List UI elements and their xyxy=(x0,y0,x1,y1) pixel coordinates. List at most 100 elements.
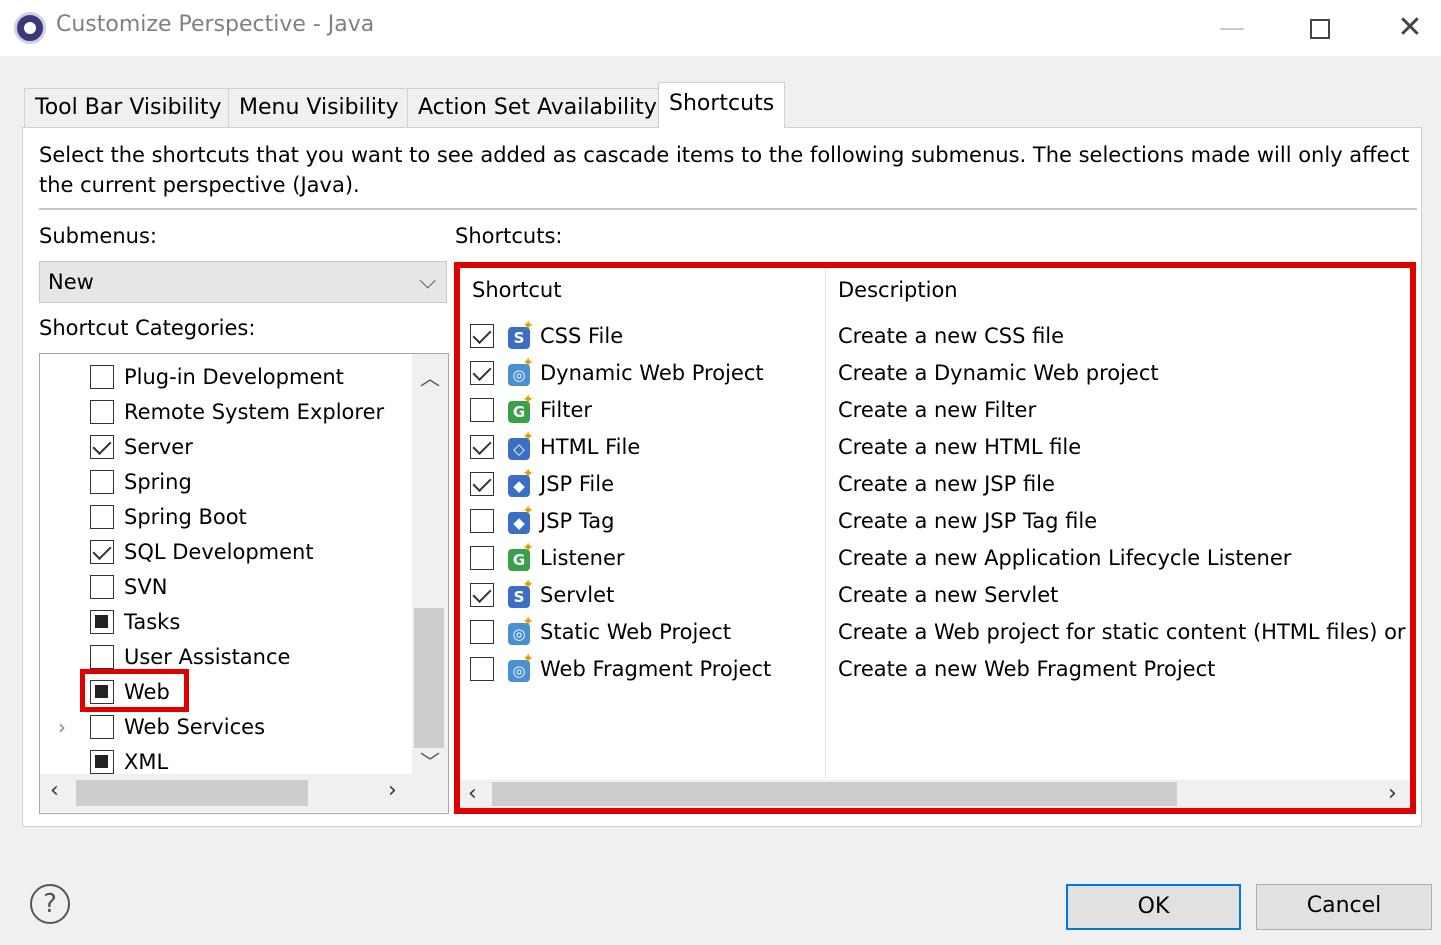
category-checkbox[interactable] xyxy=(90,575,114,599)
shortcuts-table: Shortcut Description S ✦ CSS File Create a … xyxy=(454,262,1416,814)
jsp-file-icon: ◆ ✦ xyxy=(506,467,534,499)
scroll-right-icon[interactable]: › xyxy=(1388,780,1397,808)
tab-tool-bar-visibility[interactable]: Tool Bar Visibility xyxy=(24,88,233,128)
scrollbar-thumb[interactable] xyxy=(492,782,1177,806)
category-checkbox[interactable] xyxy=(90,540,114,564)
submenus-select[interactable]: New ⌵ xyxy=(39,261,447,303)
category-checkbox[interactable] xyxy=(90,400,114,424)
filter-icon: G ✦ xyxy=(506,393,534,425)
shortcut-description: Create a new HTML file xyxy=(838,435,1082,459)
shortcuts-label: Shortcuts: xyxy=(455,224,563,248)
tab-shortcuts[interactable]: Shortcuts xyxy=(658,82,786,128)
category-label: SQL Development xyxy=(124,540,314,564)
listener-icon: G ✦ xyxy=(506,541,534,573)
categories-vertical-scrollbar[interactable]: ︿ ﹀ xyxy=(412,354,448,774)
customize-perspective-dialog: Customize Perspective - Java — ✕ Tool Ba… xyxy=(0,0,1441,945)
shortcut-row-static-web-project[interactable]: ◎ ✦ Static Web Project Create a Web project… xyxy=(460,614,1410,651)
shortcut-name: HTML File xyxy=(540,435,641,459)
scroll-up-icon[interactable]: ︿ xyxy=(412,362,448,391)
shortcut-description: Create a new JSP file xyxy=(838,472,1055,496)
category-label: Tasks xyxy=(124,610,181,634)
category-checkbox[interactable] xyxy=(90,750,114,774)
chevron-down-icon: ⌵ xyxy=(419,269,436,294)
categories-horizontal-scrollbar[interactable]: ‹ › xyxy=(40,774,448,812)
shortcut-name: Filter xyxy=(540,398,593,422)
shortcut-checkbox[interactable] xyxy=(470,472,494,496)
help-icon[interactable]: ? xyxy=(30,884,70,924)
shortcut-row-listener[interactable]: G ✦ Listener Create a new Application Lifec… xyxy=(460,540,1410,577)
category-item-sql-development[interactable]: SQL Development xyxy=(40,535,410,570)
category-item-web-services[interactable]: › Web Services xyxy=(40,710,410,745)
category-item-tasks[interactable]: Tasks xyxy=(40,605,410,640)
shortcut-name: Listener xyxy=(540,546,625,570)
eclipse-icon xyxy=(14,12,46,44)
shortcut-description: Create a new Application Lifecycle Liste… xyxy=(838,546,1292,570)
shortcut-checkbox[interactable] xyxy=(470,509,494,533)
intro-text: Select the shortcuts that you want to se… xyxy=(39,143,1410,197)
ok-button[interactable]: OK xyxy=(1066,884,1241,930)
shortcut-row-jsp-tag[interactable]: ◆ ✦ JSP Tag Create a new JSP Tag file xyxy=(460,503,1410,540)
shortcut-checkbox[interactable] xyxy=(470,324,494,348)
shortcut-checkbox[interactable] xyxy=(470,435,494,459)
shortcut-name: Dynamic Web Project xyxy=(540,361,764,385)
shortcut-description: Create a Dynamic Web project xyxy=(838,361,1159,385)
category-checkbox[interactable] xyxy=(90,365,114,389)
shortcuts-panel: Select the shortcuts that you want to se… xyxy=(22,127,1422,827)
shortcut-description: Create a new JSP Tag file xyxy=(838,509,1098,533)
scroll-left-icon[interactable]: ‹ xyxy=(468,780,477,808)
category-item-spring-boot[interactable]: Spring Boot xyxy=(40,500,410,535)
shortcut-name: Web Fragment Project xyxy=(540,657,772,681)
scrollbar-thumb[interactable] xyxy=(414,608,444,748)
shortcut-name: JSP File xyxy=(540,472,615,496)
category-checkbox[interactable] xyxy=(90,470,114,494)
shortcut-row-servlet[interactable]: S ✦ Servlet Create a new Servlet xyxy=(460,577,1410,614)
category-item-svn[interactable]: SVN xyxy=(40,570,410,605)
column-header-description[interactable]: Description xyxy=(838,278,958,302)
category-checkbox[interactable] xyxy=(90,645,114,669)
shortcut-row-web-fragment-project[interactable]: ◎ ✦ Web Fragment Project Create a new Web F… xyxy=(460,651,1410,688)
category-checkbox[interactable] xyxy=(90,435,114,459)
shortcut-row-filter[interactable]: G ✦ Filter Create a new Filter xyxy=(460,392,1410,429)
maximize-icon xyxy=(1310,18,1330,39)
tab-menu-visibility[interactable]: Menu Visibility xyxy=(228,88,410,128)
category-item-remote-system-explorer[interactable]: Remote System Explorer xyxy=(40,395,410,430)
category-item-server[interactable]: Server xyxy=(40,430,410,465)
column-header-shortcut[interactable]: Shortcut xyxy=(472,278,561,302)
scrollbar-thumb[interactable] xyxy=(76,780,308,806)
category-item-spring[interactable]: Spring xyxy=(40,465,410,500)
category-label: Web Services xyxy=(124,715,266,739)
html-file-icon: ◇ ✦ xyxy=(506,430,534,462)
shortcut-row-html-file[interactable]: ◇ ✦ HTML File Create a new HTML file xyxy=(460,429,1410,466)
cancel-button[interactable]: Cancel xyxy=(1256,884,1432,930)
scroll-right-icon[interactable]: › xyxy=(388,778,397,803)
maximize-button[interactable] xyxy=(1300,8,1340,48)
shortcut-categories-label: Shortcut Categories: xyxy=(39,316,256,340)
shortcut-checkbox[interactable] xyxy=(470,361,494,385)
shortcut-checkbox[interactable] xyxy=(470,620,494,644)
shortcut-row-dynamic-web-project[interactable]: ◎ ✦ Dynamic Web Project Create a Dynamic We… xyxy=(460,355,1410,392)
title-bar: Customize Perspective - Java — ✕ xyxy=(0,0,1441,56)
category-checkbox[interactable] xyxy=(90,505,114,529)
shortcuts-horizontal-scrollbar[interactable]: ‹ › xyxy=(460,780,1410,808)
shortcut-checkbox[interactable] xyxy=(470,657,494,681)
separator xyxy=(39,208,1417,210)
submenus-selected-value: New xyxy=(48,270,94,294)
category-checkbox[interactable] xyxy=(90,715,114,739)
category-item-plug-in-development[interactable]: Plug-in Development xyxy=(40,360,410,395)
shortcut-checkbox[interactable] xyxy=(470,583,494,607)
minimize-button[interactable]: — xyxy=(1212,8,1252,48)
shortcut-description: Create a Web project for static content … xyxy=(838,620,1406,644)
shortcut-row-css-file[interactable]: S ✦ CSS File Create a new CSS file xyxy=(460,318,1410,355)
scroll-down-icon[interactable]: ﹀ xyxy=(412,746,448,775)
tab-action-set-availability[interactable]: Action Set Availability xyxy=(407,88,668,128)
dynamic-web-project-icon: ◎ ✦ xyxy=(506,356,534,388)
shortcut-description: Create a new Servlet xyxy=(838,583,1059,607)
category-checkbox[interactable] xyxy=(90,610,114,634)
shortcut-checkbox[interactable] xyxy=(470,546,494,570)
shortcut-checkbox[interactable] xyxy=(470,398,494,422)
shortcut-row-jsp-file[interactable]: ◆ ✦ JSP File Create a new JSP file xyxy=(460,466,1410,503)
category-label: Plug-in Development xyxy=(124,365,344,389)
scroll-left-icon[interactable]: ‹ xyxy=(50,778,59,803)
close-button[interactable]: ✕ xyxy=(1390,8,1430,48)
expand-chevron-icon[interactable]: › xyxy=(58,710,66,745)
